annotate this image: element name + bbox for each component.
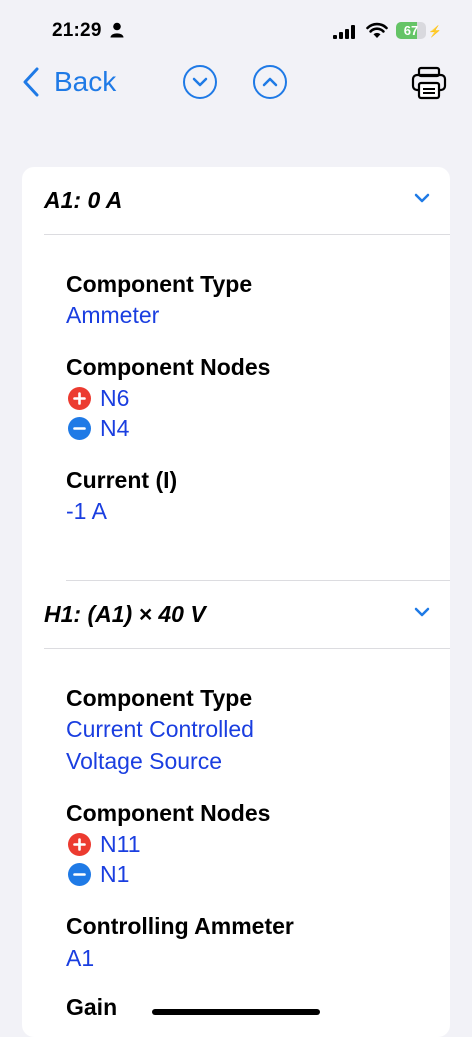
component-type-value: Ammeter	[66, 302, 160, 328]
navigation-bar: Back	[0, 60, 472, 110]
negative-node-value: N4	[100, 415, 130, 441]
plus-circle-icon	[68, 387, 91, 410]
minus-circle-icon	[68, 417, 91, 440]
component-type-value-line2: Voltage Source	[66, 748, 223, 774]
battery-icon: 67 ⚡	[396, 22, 442, 39]
divider	[44, 234, 450, 235]
negative-node-value: N1	[100, 861, 130, 887]
chevron-left-icon	[23, 67, 39, 97]
cellular-signal-icon	[333, 25, 355, 39]
section-title: H1: (A1) × 40 V	[44, 601, 206, 627]
chevron-up-icon	[262, 77, 278, 87]
section-header-a1[interactable]: A1: 0 A	[22, 167, 450, 235]
current-value: -1 A	[66, 498, 107, 524]
person-icon	[110, 22, 124, 38]
section-header-h1[interactable]: H1: (A1) × 40 V	[22, 581, 450, 649]
status-bar: 21:29 67 ⚡	[0, 0, 472, 60]
gain-label: Gain	[66, 994, 118, 1020]
divider	[44, 648, 450, 649]
back-label: Back	[54, 66, 117, 97]
component-nodes-label: Component Nodes	[66, 800, 271, 826]
charging-icon: ⚡	[428, 26, 442, 38]
clock: 21:29	[52, 20, 102, 41]
controlling-ammeter-label: Controlling Ammeter	[66, 913, 294, 939]
plus-circle-icon	[68, 833, 91, 856]
positive-node: N6	[68, 385, 129, 412]
positive-node: N11	[68, 831, 141, 858]
negative-node: N4	[68, 415, 129, 442]
component-type-label: Component Type	[66, 685, 253, 711]
controlling-ammeter-value: A1	[66, 945, 95, 971]
negative-node: N1	[68, 861, 129, 888]
next-item-button[interactable]	[183, 65, 217, 99]
printer-icon[interactable]	[411, 66, 447, 100]
positive-node-value: N6	[100, 385, 130, 411]
minus-circle-icon	[68, 863, 91, 886]
wifi-icon	[366, 22, 388, 38]
current-label: Current (I)	[66, 467, 178, 493]
back-button[interactable]: Back	[22, 66, 116, 98]
chevron-down-icon	[192, 77, 208, 87]
chevron-down-icon	[414, 193, 430, 203]
chevron-down-icon	[414, 607, 430, 617]
components-card: A1: 0 A Component Type Ammeter Component…	[22, 167, 450, 1037]
component-nodes-label: Component Nodes	[66, 354, 271, 380]
component-type-label: Component Type	[66, 271, 253, 297]
component-type-value-line1: Current Controlled	[66, 716, 254, 742]
previous-item-button[interactable]	[253, 65, 287, 99]
positive-node-value: N11	[100, 831, 141, 857]
section-title: A1: 0 A	[44, 187, 123, 213]
battery-percent: 67	[403, 23, 419, 38]
home-indicator[interactable]	[152, 1009, 320, 1015]
